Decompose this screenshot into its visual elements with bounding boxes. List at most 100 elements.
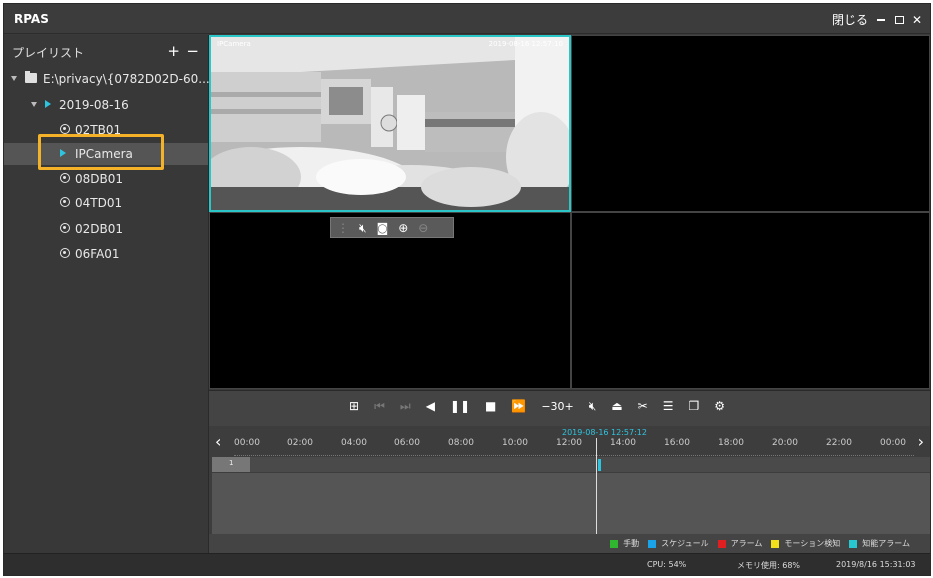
legend-swatch	[648, 539, 657, 548]
hour-label: 18:00	[718, 438, 744, 448]
tree-item-02DB01[interactable]: 02DB01	[4, 218, 208, 240]
legend-swatch	[849, 539, 858, 548]
date-label: 2019-08-16	[59, 98, 129, 112]
mute-icon[interactable]: 🔇︎	[359, 222, 367, 234]
timeline[interactable]: ‹ › 2019-08-16 12:57:12 00:00 02:00 04:0…	[209, 426, 930, 534]
speed-control[interactable]: −30+	[541, 401, 573, 412]
hour-label: 12:00	[556, 438, 582, 448]
legend-label: 知能アラーム	[862, 539, 910, 548]
video-cell-1[interactable]: IPCamera 2019-08-16 12:57:10	[209, 35, 571, 212]
timeline-prev-icon[interactable]: ‹	[215, 432, 221, 451]
frame-back-icon[interactable]: ⏮	[374, 400, 385, 412]
pause-icon[interactable]: ❚❚	[450, 400, 470, 412]
item-label: 08DB01	[75, 172, 124, 186]
camera-icon	[60, 173, 70, 183]
close-button[interactable]: ✕	[911, 12, 923, 27]
speed-value: 30	[550, 399, 565, 413]
folder-path: E:\privacy\{0782D02D-60...	[43, 72, 210, 86]
tree-item-04TD01[interactable]: 04TD01	[4, 192, 208, 214]
window-controls: 閉じる ✕	[832, 11, 922, 28]
add-playlist-button[interactable]: +	[167, 42, 180, 60]
hour-label: 20:00	[772, 438, 798, 448]
timeline-ticks	[234, 452, 914, 456]
remove-playlist-button[interactable]: −	[186, 42, 199, 60]
snapshot-icon[interactable]: ◙	[377, 222, 389, 234]
minimize-button[interactable]	[876, 14, 886, 26]
close-text-button[interactable]: 閉じる	[832, 11, 868, 28]
layout-icon[interactable]: ⊞	[349, 400, 359, 412]
minimize-icon	[877, 18, 885, 21]
hour-label: 00:00	[880, 438, 906, 448]
hour-label: 22:00	[826, 438, 852, 448]
timeline-cursor-time: 2019-08-16 12:57:12	[562, 428, 647, 437]
legend-schedule: スケジュール	[648, 538, 709, 549]
cell-toolbar: ⋮ 🔇︎ ◙ ⊕ ⊖	[330, 217, 454, 238]
legend-swatch	[771, 539, 780, 548]
hour-label: 08:00	[448, 438, 474, 448]
list-icon[interactable]: ☰	[663, 400, 674, 412]
recording-legend: 手動 スケジュール アラーム モーション検知 知能アラーム	[209, 534, 930, 553]
legend-label: モーション検知	[784, 539, 841, 548]
track-label: 1	[212, 457, 250, 472]
tree-item-06FA01[interactable]: 06FA01	[4, 243, 208, 265]
frame-forward-icon[interactable]: ⏭	[400, 400, 411, 412]
stop-icon[interactable]: ■	[485, 400, 496, 412]
camera-feed-image	[211, 37, 569, 210]
camera-name-overlay: IPCamera	[217, 40, 251, 48]
legend-swatch	[610, 539, 619, 548]
export-icon[interactable]: ⏏	[611, 400, 622, 412]
item-label: 04TD01	[75, 196, 123, 210]
hour-label: 00:00	[234, 438, 260, 448]
expand-caret-icon[interactable]	[31, 102, 37, 107]
item-label: 06FA01	[75, 247, 120, 261]
play-icon	[45, 100, 51, 108]
settings-icon[interactable]: ⚙	[714, 400, 725, 412]
close-icon: ✕	[911, 12, 923, 27]
item-label: 02DB01	[75, 222, 124, 236]
app-title: RPAS	[14, 12, 49, 26]
folder-icon	[25, 71, 37, 83]
timeline-cursor[interactable]	[596, 438, 597, 534]
hour-label: 06:00	[394, 438, 420, 448]
maximize-button[interactable]	[894, 14, 904, 26]
legend-smart-alarm: 知能アラーム	[849, 538, 910, 549]
mute-all-icon[interactable]: 🔇︎	[589, 400, 597, 412]
zoom-in-icon[interactable]: ⊕	[398, 222, 408, 234]
camera-icon	[60, 197, 70, 207]
timeline-area[interactable]	[212, 473, 930, 534]
tree-item-08DB01[interactable]: 08DB01	[4, 168, 208, 190]
playlist-header: プレイリスト + −	[12, 42, 202, 60]
tree-date-row[interactable]: 2019-08-16	[4, 94, 208, 116]
legend-label: アラーム	[730, 539, 763, 548]
video-cell-3[interactable]	[209, 212, 571, 389]
camera-icon	[60, 248, 70, 258]
cpu-usage: CPU: 54%	[647, 560, 687, 569]
playlist-title: プレイリスト	[12, 46, 85, 60]
drag-handle-icon[interactable]: ⋮	[337, 222, 349, 234]
timeline-next-icon[interactable]: ›	[918, 432, 924, 451]
tree-folder-row[interactable]: E:\privacy\{0782D02D-60...	[4, 68, 210, 90]
playlist-sidebar: プレイリスト + − E:\privacy\{0782D02D-60... 20…	[4, 35, 210, 553]
zoom-out-icon[interactable]: ⊖	[418, 222, 428, 234]
hour-label: 14:00	[610, 438, 636, 448]
hour-label: 04:00	[341, 438, 367, 448]
video-cell-2[interactable]	[571, 35, 930, 212]
timeline-track[interactable]	[212, 457, 930, 472]
expand-caret-icon[interactable]	[11, 76, 17, 81]
legend-alarm: アラーム	[717, 538, 763, 549]
app-window: RPAS 閉じる ✕ プレイリスト + − E:\privacy\{0782D0…	[3, 3, 931, 576]
control-buttons: ⊞ ⏮ ⏭ ◀ ❚❚ ■ ⏩ −30+ 🔇︎ ⏏ ✂ ☰ ❐ ⚙	[349, 400, 725, 412]
status-bar: CPU: 54% メモリ使用: 68% 2019/8/16 15:31:03	[4, 553, 930, 575]
camera-icon	[60, 124, 70, 134]
playback-controls: ⊞ ⏮ ⏭ ◀ ❚❚ ■ ⏩ −30+ 🔇︎ ⏏ ✂ ☰ ❐ ⚙	[209, 390, 930, 426]
clip-icon[interactable]: ✂	[638, 400, 648, 412]
hour-label: 10:00	[502, 438, 528, 448]
fast-forward-icon[interactable]: ⏩	[511, 400, 526, 412]
title-bar: RPAS 閉じる ✕	[4, 4, 930, 34]
hour-label: 02:00	[287, 438, 313, 448]
status-datetime: 2019/8/16 15:31:03	[836, 560, 916, 569]
video-cell-4[interactable]	[571, 212, 930, 389]
window-icon[interactable]: ❐	[689, 400, 700, 412]
hour-label: 16:00	[664, 438, 690, 448]
reverse-play-icon[interactable]: ◀	[426, 400, 435, 412]
